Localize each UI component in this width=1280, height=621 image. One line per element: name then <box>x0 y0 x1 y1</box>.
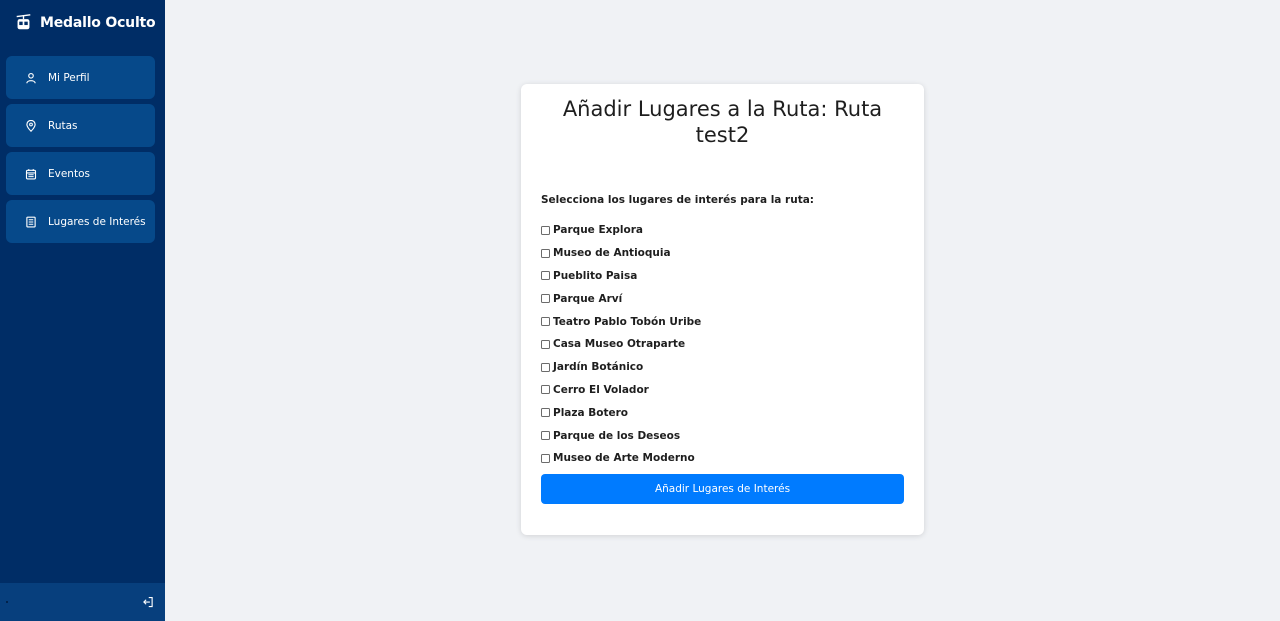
place-label[interactable]: Pueblito Paisa <box>553 270 637 282</box>
checkbox[interactable] <box>541 362 550 372</box>
place-item-museo-de-antioquia[interactable]: Museo de Antioquia <box>541 242 904 265</box>
place-label[interactable]: Plaza Botero <box>553 407 628 419</box>
checkbox[interactable] <box>541 317 550 327</box>
checkbox[interactable] <box>541 339 550 349</box>
sidebar-item-label: Rutas <box>48 119 78 132</box>
footer-dot <box>6 601 8 603</box>
place-item-casa-museo-otraparte[interactable]: Casa Museo Otraparte <box>541 333 904 356</box>
calendar-icon <box>25 168 37 179</box>
sidebar-item-label: Mi Perfil <box>48 71 90 84</box>
place-label[interactable]: Teatro Pablo Tobón Uribe <box>553 316 701 328</box>
sidebar-footer <box>0 583 165 621</box>
app-root: Medallo Oculto Mi Perfil Rutas Eventos L… <box>0 0 1280 621</box>
place-item-jardin-botanico[interactable]: Jardín Botánico <box>541 356 904 379</box>
place-label[interactable]: Cerro El Volador <box>553 384 649 396</box>
add-places-form: Añadir Lugares a la Ruta: Ruta test2 Sel… <box>521 84 924 535</box>
place-label[interactable]: Parque Arví <box>553 293 622 305</box>
sidebar-item-lugares-de-interes[interactable]: Lugares de Interés <box>6 200 155 243</box>
place-item-parque-de-los-deseos[interactable]: Parque de los Deseos <box>541 424 904 447</box>
place-label[interactable]: Jardín Botánico <box>553 361 643 373</box>
checkbox[interactable] <box>541 385 550 395</box>
place-list: Parque Explora Museo de Antioquia Puebli… <box>541 219 904 470</box>
sidebar-item-eventos[interactable]: Eventos <box>6 152 155 195</box>
checkbox[interactable] <box>541 294 550 304</box>
place-label[interactable]: Museo de Antioquia <box>553 247 671 259</box>
sidebar-item-mi-perfil[interactable]: Mi Perfil <box>6 56 155 99</box>
place-label[interactable]: Parque Explora <box>553 224 643 236</box>
sidebar-item-label: Lugares de Interés <box>48 215 146 228</box>
checkbox[interactable] <box>541 248 550 258</box>
document-icon <box>26 216 36 227</box>
places-section-label: Selecciona los lugares de interés para l… <box>541 194 815 206</box>
map-pin-icon <box>26 119 36 132</box>
cable-car-icon <box>16 14 31 30</box>
place-item-plaza-botero[interactable]: Plaza Botero <box>541 401 904 424</box>
place-label[interactable]: Museo de Arte Moderno <box>553 452 695 464</box>
sidebar-item-rutas[interactable]: Rutas <box>6 104 155 147</box>
place-item-cerro-el-volador[interactable]: Cerro El Volador <box>541 379 904 402</box>
sidebar-nav: Mi Perfil Rutas Eventos Lugares de Inter… <box>0 45 165 248</box>
place-label[interactable]: Casa Museo Otraparte <box>553 338 685 350</box>
checkbox[interactable] <box>541 408 550 418</box>
checkbox[interactable] <box>541 453 550 463</box>
place-label[interactable]: Parque de los Deseos <box>553 430 680 442</box>
sidebar-item-label: Eventos <box>48 167 90 180</box>
add-places-button[interactable]: Añadir Lugares de Interés <box>541 473 904 504</box>
checkbox[interactable] <box>541 431 550 441</box>
checkbox[interactable] <box>541 225 550 235</box>
place-item-pueblito-paisa[interactable]: Pueblito Paisa <box>541 265 904 288</box>
sidebar: Medallo Oculto Mi Perfil Rutas Eventos L… <box>0 0 165 621</box>
logout-icon[interactable] <box>142 596 154 608</box>
page-title: Añadir Lugares a la Ruta: Ruta test2 <box>562 97 883 147</box>
main-content: Añadir Lugares a la Ruta: Ruta test2 Sel… <box>165 0 1280 621</box>
user-icon <box>26 72 36 83</box>
place-item-parque-explora[interactable]: Parque Explora <box>541 219 904 242</box>
place-item-parque-arvi[interactable]: Parque Arví <box>541 287 904 310</box>
place-item-museo-de-arte-moderno[interactable]: Museo de Arte Moderno <box>541 447 904 470</box>
checkbox[interactable] <box>541 271 550 281</box>
brand[interactable]: Medallo Oculto <box>0 0 165 45</box>
place-item-teatro-pablo-tobon-uribe[interactable]: Teatro Pablo Tobón Uribe <box>541 310 904 333</box>
brand-name: Medallo Oculto <box>40 14 156 31</box>
